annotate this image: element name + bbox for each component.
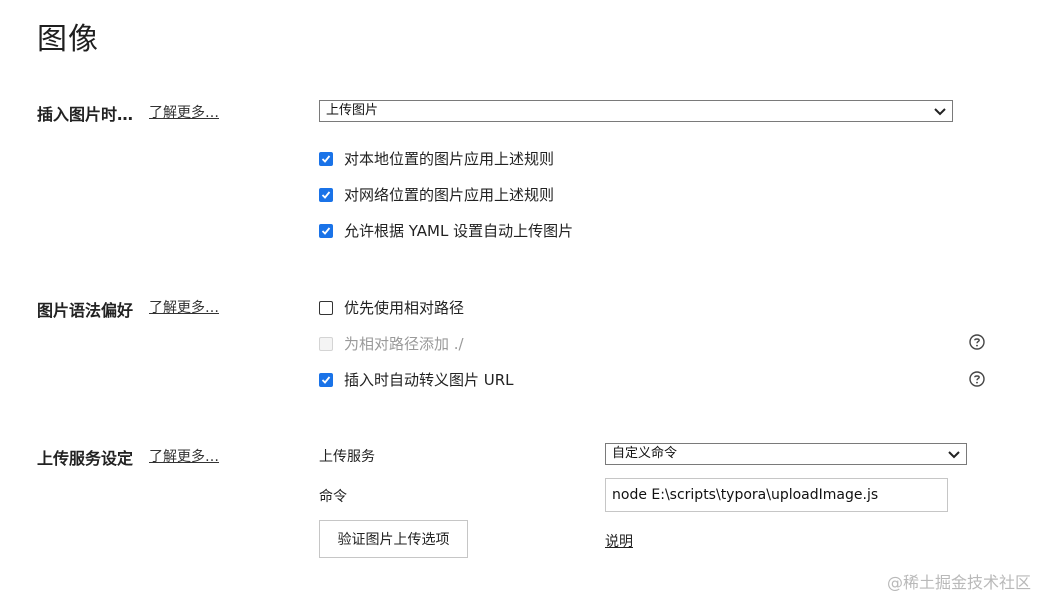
- checkmark-icon: [321, 190, 331, 199]
- option-label: 为相对路径添加 ./: [344, 335, 464, 353]
- chevron-down-icon: [948, 451, 960, 459]
- section-label-syntax: 图片语法偏好: [37, 301, 134, 320]
- checkbox-prefer-relative[interactable]: [319, 300, 333, 315]
- option-label: 插入时自动转义图片 URL: [344, 371, 514, 389]
- explain-link[interactable]: 说明: [605, 531, 633, 551]
- insert-action-select[interactable]: 上传图片: [319, 100, 953, 122]
- insert-action-select-value: 上传图片: [326, 103, 379, 118]
- section-label-insert: 插入图片时…: [37, 105, 134, 124]
- option-network-images[interactable]: 对网络位置的图片应用上述规则: [319, 184, 554, 205]
- upload-service-select-value: 自定义命令: [612, 446, 678, 461]
- option-label: 优先使用相对路径: [344, 299, 465, 317]
- verify-upload-button[interactable]: 验证图片上传选项: [319, 520, 468, 558]
- learn-more-link-syntax[interactable]: 了解更多…: [149, 297, 219, 317]
- checkmark-icon: [321, 226, 331, 235]
- option-label: 对本地位置的图片应用上述规则: [344, 150, 555, 168]
- chevron-down-icon: [934, 108, 946, 116]
- option-add-dot-slash: 为相对路径添加 ./: [319, 333, 464, 354]
- learn-more-link-insert[interactable]: 了解更多…: [149, 102, 219, 122]
- option-prefer-relative[interactable]: 优先使用相对路径: [319, 297, 464, 318]
- checkbox-local-images[interactable]: [319, 151, 333, 166]
- option-label: 允许根据 YAML 设置自动上传图片: [344, 222, 574, 240]
- checkmark-icon: [321, 375, 331, 384]
- upload-service-label: 上传服务: [319, 449, 375, 465]
- option-local-images[interactable]: 对本地位置的图片应用上述规则: [319, 148, 554, 169]
- checkmark-icon: [321, 154, 331, 163]
- checkbox-yaml-upload[interactable]: [319, 223, 333, 238]
- checkbox-add-dot-slash: [319, 336, 333, 351]
- option-escape-url[interactable]: 插入时自动转义图片 URL: [319, 369, 514, 390]
- help-circle-icon[interactable]: [969, 334, 985, 350]
- section-label-upload: 上传服务设定: [37, 449, 134, 468]
- command-input[interactable]: node E:\scripts\typora\uploadImage.js: [605, 478, 948, 512]
- watermark: @稀土掘金技术社区: [886, 573, 1031, 592]
- settings-page: 图像 插入图片时… 了解更多… 上传图片 对本地位置的图片应用上述规则 对网络位…: [0, 0, 1039, 601]
- option-yaml-upload[interactable]: 允许根据 YAML 设置自动上传图片: [319, 220, 573, 241]
- upload-service-select[interactable]: 自定义命令: [605, 443, 967, 465]
- checkbox-network-images[interactable]: [319, 187, 333, 202]
- checkbox-escape-url[interactable]: [319, 372, 333, 387]
- page-title: 图像: [37, 22, 99, 57]
- command-label: 命令: [319, 489, 347, 505]
- learn-more-link-upload[interactable]: 了解更多…: [149, 446, 219, 466]
- option-label: 对网络位置的图片应用上述规则: [344, 186, 555, 204]
- help-circle-icon[interactable]: [969, 371, 985, 387]
